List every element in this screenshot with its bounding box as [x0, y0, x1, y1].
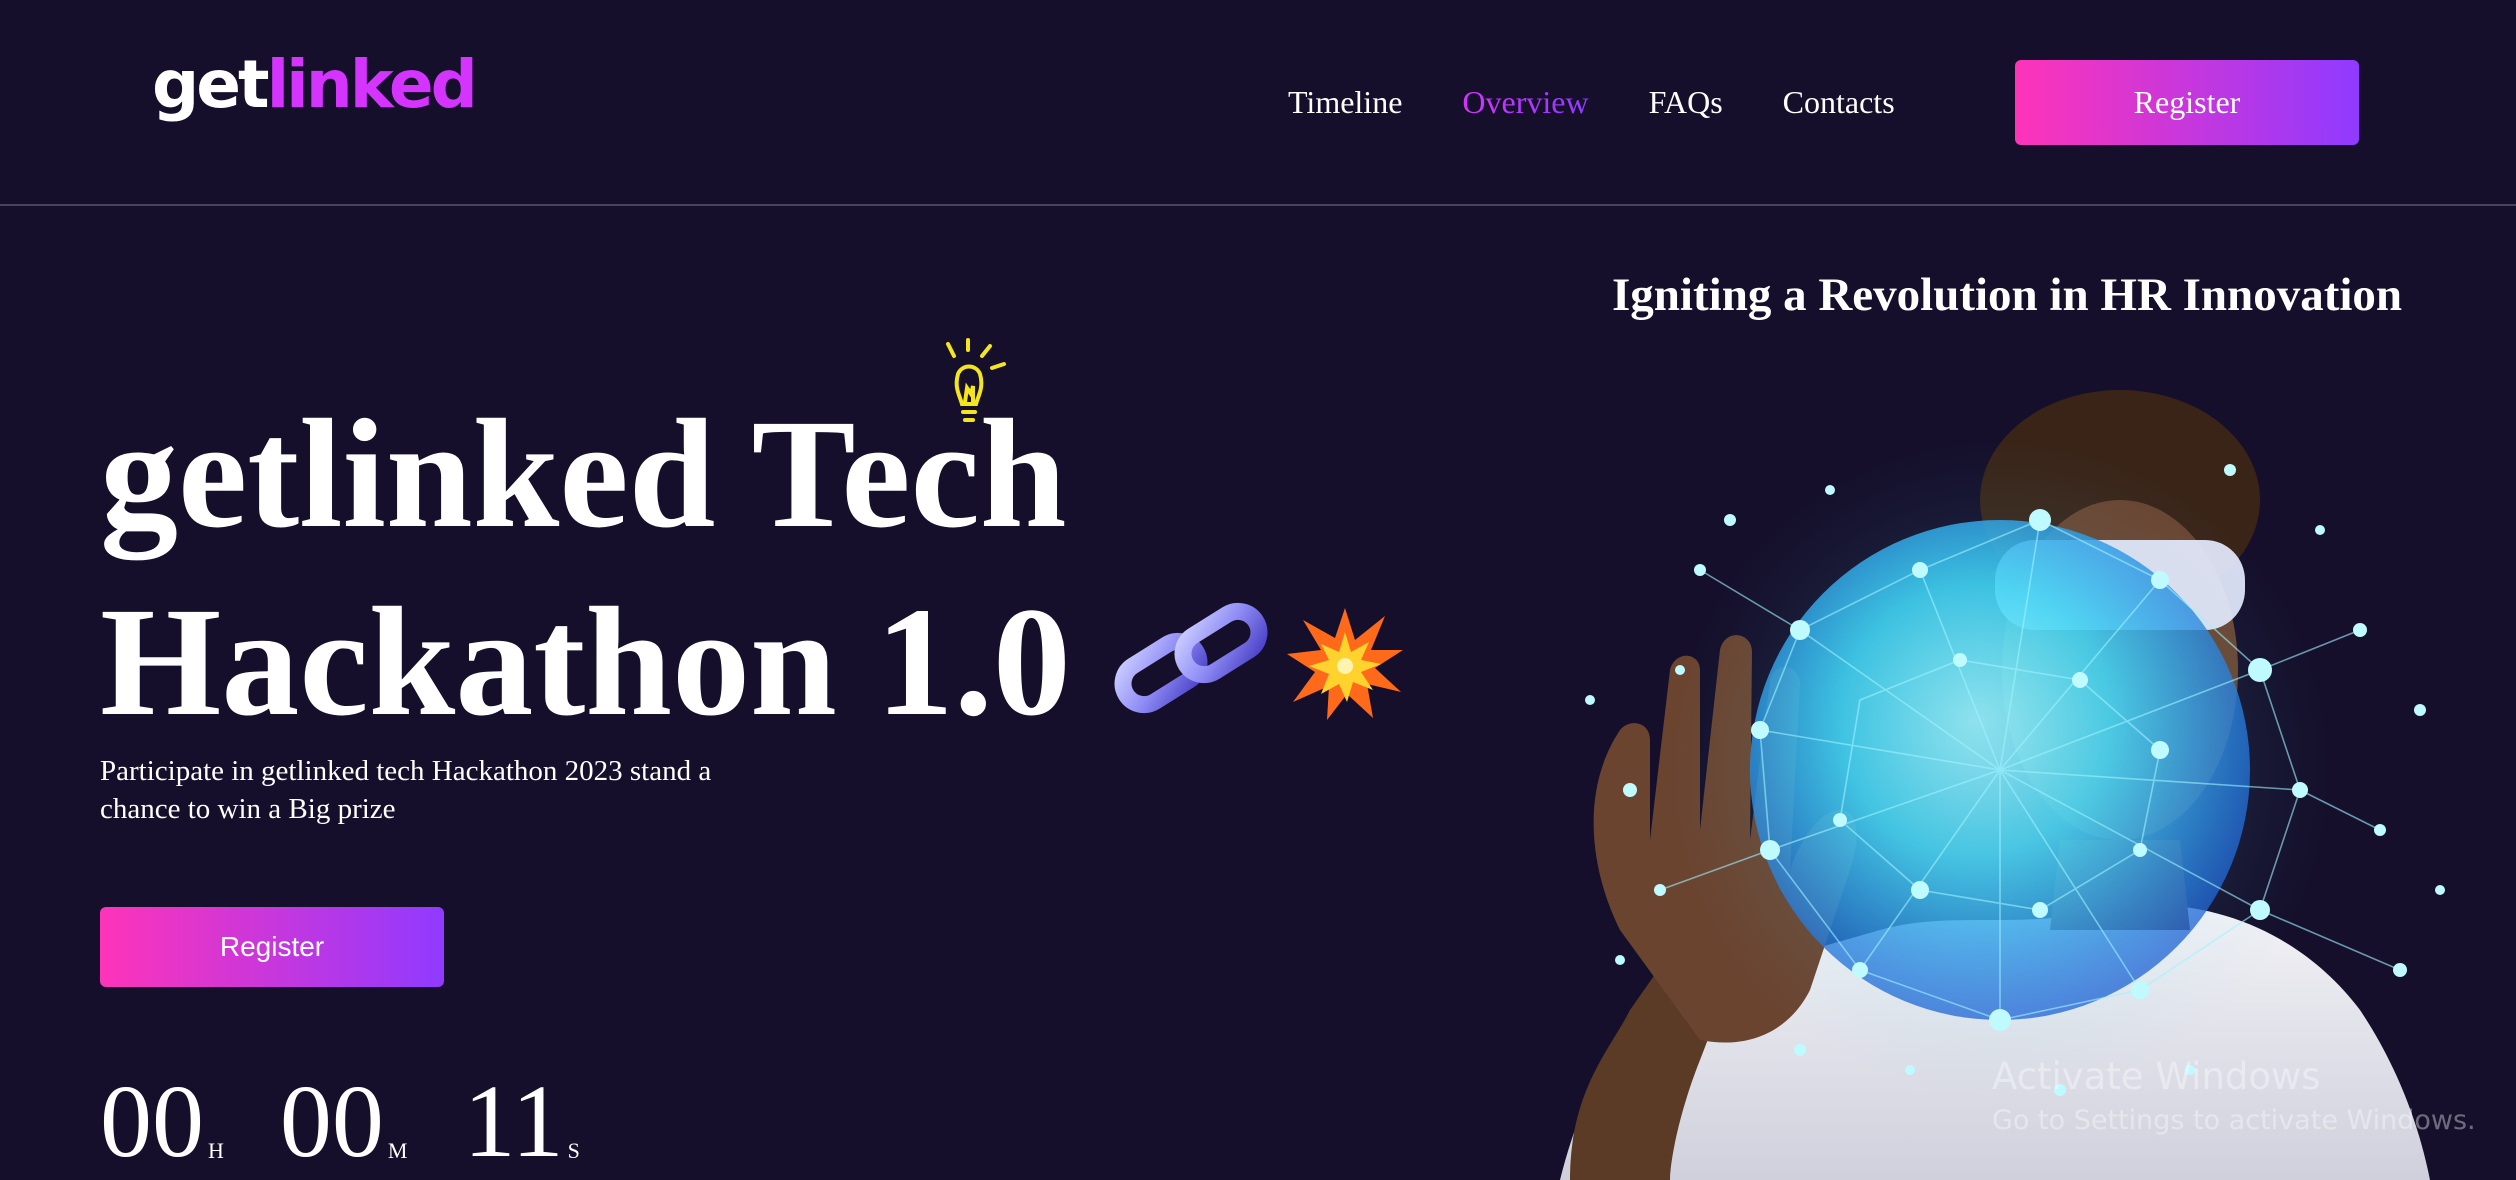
countdown-minutes: 00	[279, 1064, 384, 1179]
page: getlinked Timeline Overview FAQs Contact…	[0, 0, 2516, 1180]
nav-overview[interactable]: Overview	[1462, 80, 1588, 124]
countdown-seconds: 11	[463, 1064, 564, 1179]
hero-title-line1: getlinked Tech	[100, 387, 1067, 560]
watermark-title: Activate Windows	[1992, 1055, 2321, 1098]
header-register-button[interactable]: Register	[2015, 60, 2359, 145]
nav-faqs[interactable]: FAQs	[1649, 80, 1723, 124]
explosion-icon	[1287, 608, 1403, 720]
nav-timeline[interactable]: Timeline	[1288, 80, 1402, 124]
hero-description: Participate in getlinked tech Hackathon …	[100, 755, 712, 825]
nav-contacts[interactable]: Contacts	[1783, 80, 1895, 124]
logo-linked: linked	[266, 46, 478, 123]
site-header: getlinked Timeline Overview FAQs Contact…	[0, 0, 2516, 206]
main-nav: Timeline Overview FAQs Contacts	[1288, 80, 1955, 124]
countdown-timer: 00 H 00 M 11 S	[100, 1070, 580, 1174]
hero-title-line2: Hackathon 1.0	[100, 575, 1071, 748]
logo[interactable]: getlinked	[152, 52, 478, 118]
countdown-minutes-unit: M	[387, 1138, 408, 1163]
hero-title: getlinked Tech Hackathon 1.0	[100, 380, 1071, 756]
logo-get: get	[152, 46, 270, 123]
countdown-hours: 00	[100, 1064, 204, 1179]
hero-tagline: Igniting a Revolution in HR Innovation	[1612, 269, 2403, 321]
watermark-subtitle: Go to Settings to activate Windows.	[1992, 1105, 2476, 1136]
countdown-hours-unit: H	[208, 1138, 224, 1163]
windows-activation-watermark: Activate Windows Go to Settings to activ…	[1992, 1052, 2476, 1140]
countdown-seconds-unit: S	[567, 1138, 580, 1163]
hero-register-button[interactable]: Register	[100, 907, 444, 987]
chain-link-icon	[1114, 602, 1268, 714]
